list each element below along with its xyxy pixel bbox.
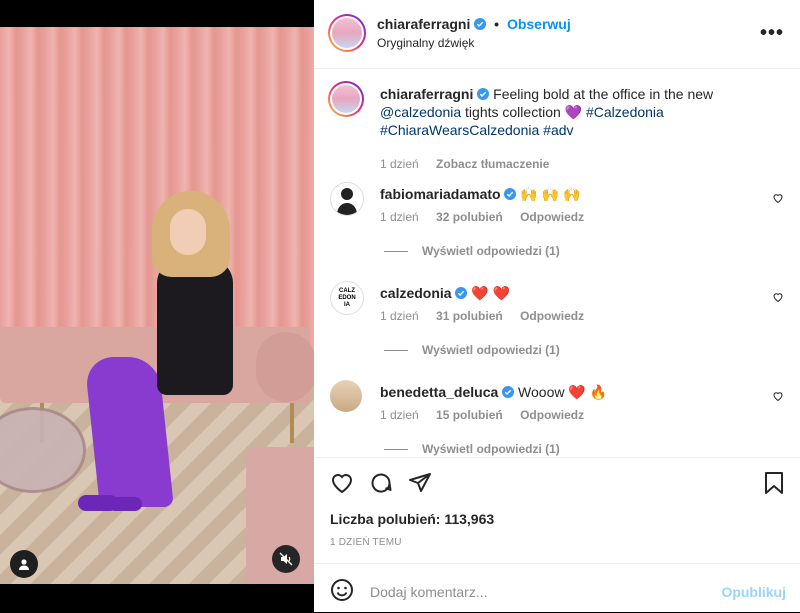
hashtag-link[interactable]: #ChiaraWearsCalzedonia	[380, 122, 539, 138]
reply-button[interactable]: Odpowiedz	[520, 309, 584, 323]
comment-meta: 1 dzień 15 polubień Odpowiedz	[380, 408, 598, 422]
share-icon[interactable]	[408, 471, 432, 495]
heart-icon[interactable]	[330, 471, 354, 495]
caption-body: tights collection	[465, 104, 561, 120]
verified-icon	[504, 188, 517, 200]
reply-button[interactable]: Odpowiedz	[520, 408, 584, 422]
commenter-avatar[interactable]: CALZEDONIA	[330, 281, 364, 315]
header-line: chiaraferragni • Obserwuj	[377, 16, 571, 32]
caption: chiaraferragni Feeling bold at the offic…	[328, 81, 784, 171]
verified-icon	[502, 386, 515, 398]
comment-time[interactable]: 1 dzień	[380, 408, 419, 422]
view-replies-button[interactable]: Wyświetl odpowiedzi (1)	[384, 244, 560, 258]
hashtag-link[interactable]: #Calzedonia	[586, 104, 664, 120]
comment-likes[interactable]: 15 polubień	[436, 408, 503, 422]
user-tag-icon[interactable]	[10, 550, 38, 578]
post-video[interactable]	[0, 0, 314, 612]
verified-icon	[477, 88, 490, 100]
separator-dot: •	[494, 16, 500, 32]
comment-time[interactable]: 1 dzień	[380, 210, 419, 224]
video-frame	[0, 27, 314, 584]
replies-line	[384, 251, 408, 253]
verified-icon	[455, 287, 468, 299]
more-icon[interactable]: •••	[760, 22, 784, 45]
view-replies-button[interactable]: Wyświetl odpowiedzi (1)	[384, 343, 560, 357]
author-username[interactable]: chiaraferragni	[377, 16, 470, 32]
comments-list[interactable]: chiaraferragni Feeling bold at the offic…	[314, 69, 800, 457]
view-replies-label: Wyświetl odpowiedzi (1)	[422, 343, 560, 357]
caption-time[interactable]: 1 dzień	[380, 157, 419, 171]
comment-text: calzedonia ❤️ ❤️	[380, 284, 770, 302]
comment-item: fabiomariadamato 🙌 🙌 🙌 1 dzień 32 polubi…	[330, 182, 784, 262]
purple-heart-emoji: 💜	[564, 104, 583, 120]
shoe	[108, 497, 142, 511]
add-comment-bar: Dodaj komentarz... Opublikuj	[314, 563, 800, 613]
likes-count[interactable]: Liczba polubień: 113,963	[330, 511, 494, 527]
author-avatar[interactable]	[328, 14, 366, 52]
hashtag-link[interactable]: #adv	[543, 122, 573, 138]
bookmark-icon[interactable]	[762, 471, 786, 495]
heart-icon[interactable]	[772, 390, 784, 402]
caption-meta: 1 dzień Zobacz tłumaczenie	[380, 157, 563, 171]
heart-icon[interactable]	[772, 192, 784, 204]
verified-icon	[474, 18, 487, 30]
translate-link[interactable]: Zobacz tłumaczenie	[436, 157, 549, 171]
comment-item: CALZEDONIA calzedonia ❤️ ❤️ 1 dzień 31 p…	[330, 281, 784, 361]
comment-time[interactable]: 1 dzień	[380, 309, 419, 323]
mention-link[interactable]: @calzedonia	[380, 104, 461, 120]
follow-button[interactable]: Obserwuj	[507, 16, 571, 32]
audio-label[interactable]: Oryginalny dźwięk	[377, 36, 474, 50]
publish-button[interactable]: Opublikuj	[721, 584, 786, 600]
view-replies-label: Wyświetl odpowiedzi (1)	[422, 244, 560, 258]
comment-body: Wooow ❤️ 🔥	[518, 384, 608, 400]
person-dress	[157, 259, 233, 395]
commenter-avatar[interactable]	[330, 182, 364, 216]
replies-line	[384, 449, 408, 451]
post-time[interactable]: 1 DZIEŃ TEMU	[330, 537, 402, 548]
author-username[interactable]: chiaraferragni	[380, 86, 473, 102]
bench-leg	[290, 403, 294, 443]
post-header: chiaraferragni • Obserwuj Oryginalny dźw…	[314, 0, 800, 69]
commenter-username[interactable]: fabiomariadamato	[380, 186, 501, 202]
comment-item: benedetta_deluca Wooow ❤️ 🔥 1 dzień 15 p…	[330, 380, 784, 457]
person-face	[170, 209, 206, 255]
caption-body: Feeling bold at the office in the new	[493, 86, 714, 102]
reply-button[interactable]: Odpowiedz	[520, 210, 584, 224]
comment-likes[interactable]: 31 polubień	[436, 309, 503, 323]
author-avatar[interactable]	[328, 81, 364, 117]
comment-meta: 1 dzień 31 polubień Odpowiedz	[380, 309, 598, 323]
comment-icon[interactable]	[369, 471, 393, 495]
heart-icon[interactable]	[772, 291, 784, 303]
view-replies-label: Wyświetl odpowiedzi (1)	[422, 442, 560, 456]
comment-text: fabiomariadamato 🙌 🙌 🙌	[380, 185, 770, 203]
post-panel: chiaraferragni • Obserwuj Oryginalny dźw…	[314, 0, 800, 612]
caption-text: chiaraferragni Feeling bold at the offic…	[380, 85, 770, 139]
comment-text: benedetta_deluca Wooow ❤️ 🔥	[380, 383, 770, 401]
emoji-icon[interactable]	[330, 578, 354, 602]
comment-meta: 1 dzień 32 polubień Odpowiedz	[380, 210, 598, 224]
instagram-post-window: chiaraferragni • Obserwuj Oryginalny dźw…	[0, 0, 800, 612]
comment-body: 🙌 🙌 🙌	[520, 186, 581, 202]
view-replies-button[interactable]: Wyświetl odpowiedzi (1)	[384, 442, 560, 456]
commenter-username[interactable]: calzedonia	[380, 285, 452, 301]
comment-likes[interactable]: 32 polubień	[436, 210, 503, 224]
mute-icon[interactable]	[272, 545, 300, 573]
replies-line	[384, 350, 408, 352]
bench-roll	[256, 332, 314, 402]
comment-body: ❤️ ❤️	[471, 285, 511, 301]
commenter-avatar[interactable]	[330, 380, 362, 412]
calzedonia-logo: CALZEDONIA	[338, 287, 356, 308]
comment-input[interactable]: Dodaj komentarz...	[370, 584, 488, 600]
action-bar	[314, 457, 800, 514]
commenter-username[interactable]: benedetta_deluca	[380, 384, 498, 400]
